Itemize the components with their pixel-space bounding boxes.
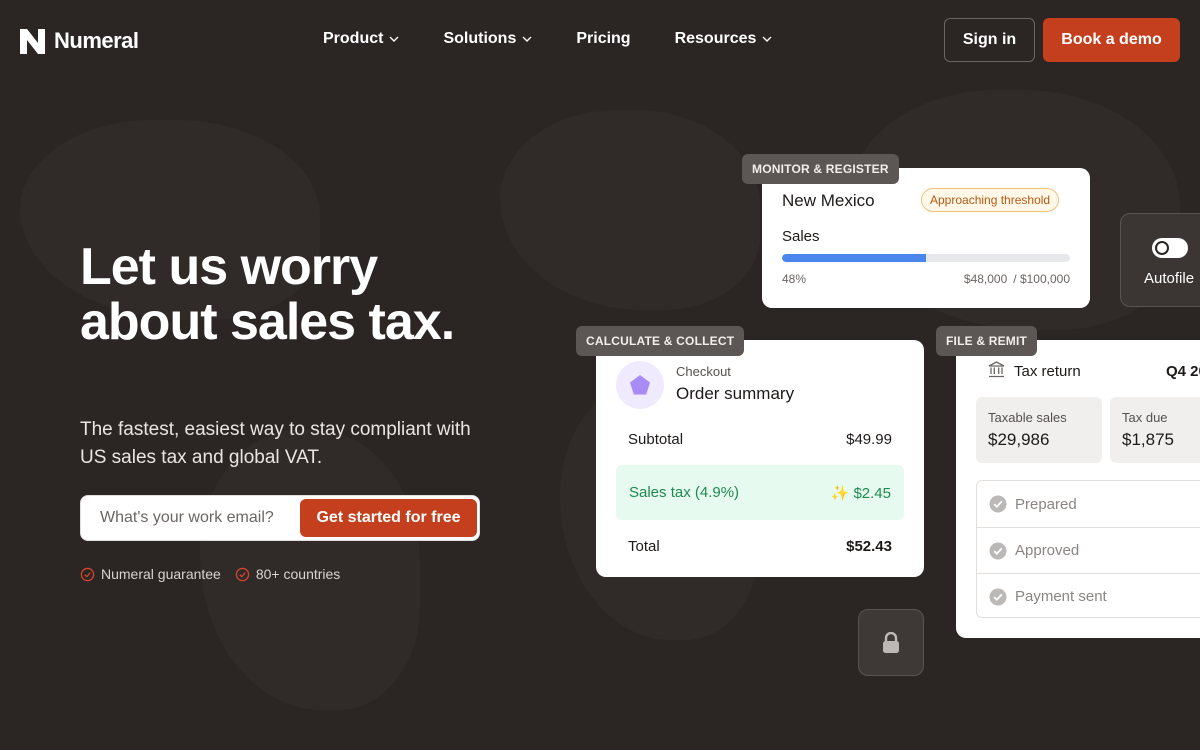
chevron-down-icon (389, 36, 399, 42)
hero-subtitle: The fastest, easiest way to stay complia… (80, 419, 471, 468)
toggle-icon (1155, 241, 1169, 255)
status-badge: Approaching threshold (921, 188, 1060, 212)
tax-return-title: Tax return (1014, 363, 1081, 380)
order-summary-title: Order summary (676, 384, 795, 403)
tax-due-label: Tax due (1122, 410, 1168, 425)
badge-label: Numeral guarantee (101, 566, 221, 582)
file-remit-card: Tax return Q4 2024 Taxable sales $29,986… (956, 340, 1200, 638)
autofile-card: Autofile (1120, 213, 1200, 307)
pentagon-icon (630, 375, 650, 395)
badge-guarantee: Numeral guarantee (80, 566, 221, 582)
work-email-input[interactable] (81, 496, 296, 540)
nav-item-label: Resources (674, 30, 757, 47)
get-started-button[interactable]: Get started for free (300, 499, 477, 537)
bank-icon (988, 361, 1005, 378)
hero-title: Let us worry about sales tax. (80, 238, 455, 351)
tax-period: Q4 2024 (1166, 363, 1200, 380)
nav-item-label: Product (323, 30, 384, 47)
monitor-register-card: New Mexico Approaching threshold Sales 4… (762, 168, 1090, 308)
total-row: Total $52.43 (628, 538, 892, 555)
trust-badges: Numeral guarantee 80+ countries (80, 566, 340, 582)
nav-item-label: Pricing (576, 30, 631, 47)
book-demo-button[interactable]: Book a demo (1043, 18, 1180, 62)
main-nav: Product Solutions Pricing Resources (323, 30, 772, 48)
nav-item-solutions[interactable]: Solutions (443, 30, 532, 48)
chevron-down-icon (522, 36, 532, 42)
sales-amount: $48,000 / $100,000 (964, 272, 1070, 286)
current-amount: $48,000 (963, 272, 1008, 286)
tax-due-value: $1,875 (1122, 430, 1174, 449)
state-name: New Mexico (782, 191, 875, 210)
step-approved: Approved (977, 527, 1200, 573)
nav-item-label: Solutions (443, 30, 517, 47)
checkout-card: Checkout Order summary Subtotal $49.99 S… (596, 340, 924, 577)
filing-steps-list: Prepared Approved Payment sent (976, 480, 1200, 618)
check-circle-icon (80, 567, 95, 581)
nav-item-product[interactable]: Product (323, 30, 399, 48)
subtotal-label: Subtotal (628, 431, 684, 448)
tag-monitor-register: MONITOR & REGISTER (742, 154, 899, 184)
tag-file-remit: FILE & REMIT (936, 326, 1038, 356)
subtotal-value: $49.99 (846, 431, 892, 448)
checkout-kicker: Checkout (676, 364, 731, 379)
autofile-label: Autofile (1144, 270, 1195, 287)
sales-tax-label: Sales tax (4.9%) (629, 484, 740, 501)
taxable-sales-label: Taxable sales (988, 410, 1067, 425)
check-circle-filled-icon (989, 495, 1007, 513)
brand-logo[interactable]: Numeral (20, 28, 139, 54)
tax-due-box: Tax due $1,875 (1110, 397, 1200, 463)
sparkle-icon: ✨ (830, 485, 850, 502)
email-signup-form: Get started for free (80, 495, 480, 541)
check-circle-filled-icon (989, 542, 1007, 559)
step-label: Prepared (1015, 495, 1077, 513)
brand-name: Numeral (54, 28, 139, 53)
total-value: $52.43 (846, 538, 892, 555)
chevron-down-icon (762, 36, 772, 42)
nav-item-resources[interactable]: Resources (675, 30, 773, 48)
autofile-toggle[interactable] (1152, 238, 1188, 258)
lock-icon (883, 631, 899, 653)
numeral-logo-icon (20, 28, 45, 54)
step-label: Approved (1015, 542, 1080, 559)
check-circle-icon (235, 567, 250, 581)
lock-card (858, 609, 924, 676)
progress-fill (782, 254, 926, 262)
step-label: Payment sent (1015, 588, 1107, 605)
checkout-avatar (616, 361, 664, 409)
total-label: Total (628, 538, 660, 555)
step-prepared: Prepared (977, 481, 1200, 527)
taxable-sales-value: $29,986 (988, 430, 1050, 449)
nav-item-pricing[interactable]: Pricing (576, 30, 630, 48)
sign-in-button[interactable]: Sign in (944, 18, 1035, 62)
check-circle-filled-icon (989, 588, 1007, 605)
subtotal-row: Subtotal $49.99 (628, 431, 892, 448)
sales-tax-row: Sales tax (4.9%) ✨ $2.45 (629, 484, 891, 502)
badge-label: 80+ countries (255, 566, 341, 582)
step-payment-sent: Payment sent (977, 573, 1200, 619)
top-navigation: Numeral Product Solutions Pricing Resour… (0, 0, 1200, 80)
sales-progress-bar (782, 254, 1070, 262)
sales-tax-value: $2.45 (853, 485, 891, 502)
badge-countries: 80+ countries (235, 566, 340, 582)
tag-calculate-collect: CALCULATE & COLLECT (576, 326, 745, 356)
sales-label: Sales (782, 228, 820, 245)
taxable-sales-box: Taxable sales $29,986 (976, 397, 1102, 463)
progress-percent: 48% (782, 272, 807, 286)
sales-tax-value-wrap: ✨ $2.45 (831, 484, 891, 502)
threshold-amount: / $100,000 (1013, 272, 1070, 286)
